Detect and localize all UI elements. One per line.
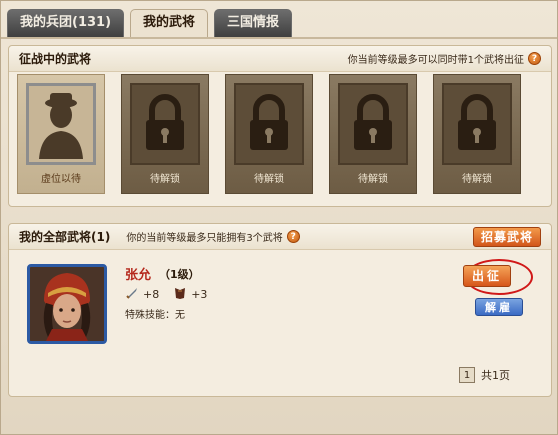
campaign-panel-header: 征战中的武将 你当前等级最多可以同时带1个武将出征 ? (9, 46, 551, 72)
general-name[interactable]: 张允 (125, 264, 151, 283)
campaign-limit-note: 你当前等级最多可以同时带1个武将出征 (347, 55, 524, 66)
general-level: （1级） (159, 268, 200, 281)
page-number-button[interactable]: 1 (459, 367, 475, 383)
special-skill: 特殊技能：无 (125, 310, 185, 321)
general-row: 张允 （1级） +8 +3 特殊技能：无 (19, 258, 539, 344)
general-stats: +8 +3 (125, 286, 207, 303)
campaign-slot-locked: 待解锁 (433, 74, 521, 194)
campaign-slot-locked: 待解锁 (225, 74, 313, 194)
help-icon[interactable]: ? (528, 52, 541, 65)
tab-three-kingdoms-intel[interactable]: 三国情报 (214, 9, 293, 37)
general-limit-note: 你的当前等级最多只能拥有3个武将 (126, 233, 283, 244)
generals-window: 我的兵团(131) 我的武将 三国情报 征战中的武将 你当前等级最多可以同时带1… (0, 0, 558, 435)
lock-icon (234, 83, 304, 165)
attack-value: +8 (143, 288, 160, 301)
help-icon[interactable]: ? (286, 230, 300, 243)
pagination: 1 共1页 (459, 367, 510, 383)
slot-label: 待解锁 (254, 174, 284, 185)
recruit-general-button[interactable]: 招募武将 (473, 227, 541, 247)
all-generals-title: 我的全部武将(1) (19, 230, 111, 244)
tab-bar: 我的兵团(131) 我的武将 三国情报 (7, 9, 293, 39)
campaign-slots: 虚位以待 待解锁 待解锁 待解锁 待解锁 (17, 74, 521, 194)
tab-my-generals[interactable]: 我的武将 (130, 9, 209, 39)
armor-icon (173, 286, 187, 303)
campaign-generals-panel: 征战中的武将 你当前等级最多可以同时带1个武将出征 ? 虚位以待 待解锁 待解锁… (8, 45, 552, 207)
all-generals-header: 我的全部武将(1) 你的当前等级最多只能拥有3个武将 ? 招募武将 (9, 224, 551, 250)
slot-label: 待解锁 (150, 174, 180, 185)
dismiss-button[interactable]: 解雇 (475, 298, 523, 316)
campaign-slot-empty[interactable]: 虚位以待 (17, 74, 105, 194)
tab-divider (1, 37, 557, 39)
lock-icon (442, 83, 512, 165)
general-portrait (27, 264, 107, 344)
empty-general-icon (26, 83, 96, 165)
slot-label: 待解锁 (358, 174, 388, 185)
defense-value: +3 (191, 288, 208, 301)
sword-icon (125, 286, 139, 303)
lock-icon (130, 83, 200, 165)
lock-icon (338, 83, 408, 165)
slot-label: 待解锁 (462, 174, 492, 185)
slot-label: 虚位以待 (41, 174, 81, 185)
deploy-button[interactable]: 出征 (463, 265, 511, 287)
campaign-slot-locked: 待解锁 (121, 74, 209, 194)
campaign-slot-locked: 待解锁 (329, 74, 417, 194)
campaign-panel-title: 征战中的武将 (19, 52, 92, 66)
tab-my-corps[interactable]: 我的兵团(131) (7, 9, 125, 37)
page-total: 共1页 (481, 369, 510, 382)
